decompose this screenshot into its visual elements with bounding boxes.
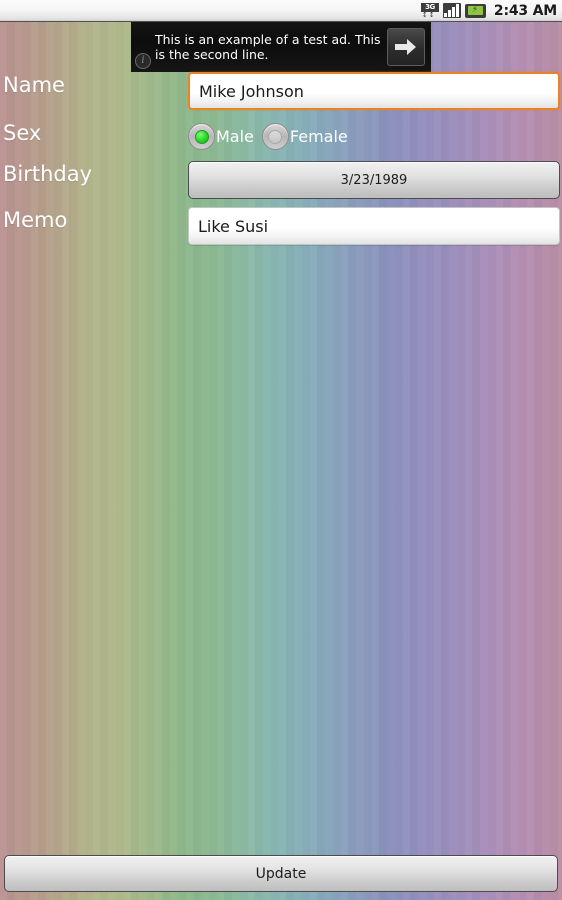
form-row-memo: Memo Like Susi (0, 207, 562, 245)
status-bar-clock: 2:43 AM (493, 2, 557, 19)
memo-input[interactable]: Like Susi (188, 207, 560, 245)
memo-label: Memo (3, 208, 68, 232)
battery-bolt-icon: ⚡ (471, 5, 479, 15)
ad-banner-text: This is an example of a test ad. This is… (155, 32, 381, 62)
sex-field-wrap: Male Female (188, 120, 562, 150)
radio-female-dot (268, 129, 283, 144)
content-layer: 3G ↕↕ ⚡ 2:43 AM i This is an example of … (0, 0, 562, 900)
3g-icon: 3G ↕↕ (420, 3, 439, 19)
birthday-label: Birthday (3, 162, 93, 186)
radio-female-icon[interactable] (261, 123, 289, 150)
footer-bar: Update (4, 855, 558, 892)
3g-icon-arrows: ↕↕ (421, 11, 436, 19)
signal-bars-icon (442, 3, 461, 18)
status-bar[interactable]: 3G ↕↕ ⚡ 2:43 AM (0, 0, 562, 22)
ad-info-icon[interactable]: i (135, 53, 151, 69)
radio-male-dot (194, 129, 209, 144)
name-input[interactable]: Mike Johnson (188, 72, 560, 110)
name-field-wrap: Mike Johnson (188, 72, 562, 110)
ad-arrow-button[interactable] (387, 28, 425, 66)
arrow-right-icon (395, 39, 416, 55)
radio-option-male[interactable]: Male (188, 123, 254, 150)
radio-option-female[interactable]: Female (261, 123, 348, 150)
sex-label: Sex (3, 121, 42, 145)
birthday-field-wrap: 3/23/1989 (188, 161, 562, 199)
form-row-name: Name Mike Johnson (0, 72, 562, 110)
app-screen: 3G ↕↕ ⚡ 2:43 AM i This is an example of … (0, 0, 562, 900)
update-button[interactable]: Update (4, 855, 558, 892)
birthday-picker-button[interactable]: 3/23/1989 (188, 161, 560, 199)
profile-form: Name Mike Johnson Sex Male Female Birthd… (0, 72, 562, 245)
radio-male-icon[interactable] (188, 123, 215, 150)
ad-banner[interactable]: i This is an example of a test ad. This … (131, 22, 431, 72)
battery-charging-icon: ⚡ (464, 3, 486, 18)
name-label: Name (3, 73, 65, 97)
memo-field-wrap: Like Susi (188, 207, 562, 245)
status-icon-group: 3G ↕↕ ⚡ 2:43 AM (420, 2, 557, 19)
radio-male-label: Male (216, 127, 254, 146)
sex-radio-group: Male Female (188, 120, 560, 150)
form-row-sex: Sex Male Female (0, 120, 562, 150)
radio-female-label: Female (289, 127, 348, 146)
battery-level: ⚡ (467, 5, 483, 15)
form-row-birthday: Birthday 3/23/1989 (0, 161, 562, 199)
